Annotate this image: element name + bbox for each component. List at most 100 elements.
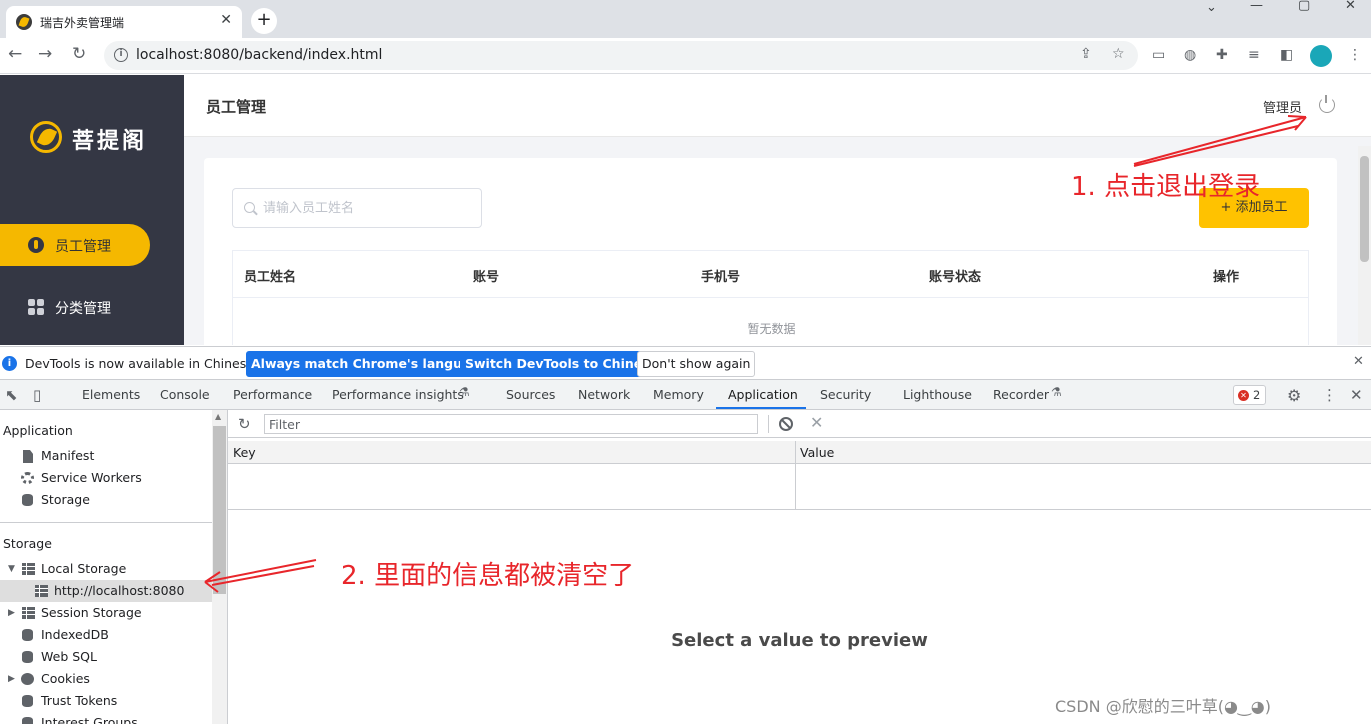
sidebar-scrollbar[interactable]: ▲ <box>212 410 227 724</box>
extensions-puzzle-icon[interactable]: ✚ <box>1216 47 1228 63</box>
always-match-language-button[interactable]: Always match Chrome's language <box>246 351 493 377</box>
tree-label: Interest Groups <box>41 715 138 724</box>
inspect-element-icon[interactable]: ⬉ <box>5 386 18 404</box>
switch-to-chinese-button[interactable]: Switch DevTools to Chinese <box>460 351 664 377</box>
bookmark-star-icon[interactable]: ☆ <box>1112 46 1125 62</box>
close-devtools-icon[interactable]: ✕ <box>1350 386 1363 404</box>
chrome-menu-icon[interactable]: ⋮ <box>1348 47 1362 63</box>
app-sidebar: 菩提阁 员工管理 分类管理 <box>0 75 184 345</box>
tab-sources[interactable]: Sources <box>506 387 555 402</box>
tree-item-local-storage-origin[interactable]: http://localhost:8080 <box>0 580 212 602</box>
dont-show-again-button[interactable]: Don't show again <box>637 351 756 377</box>
tab-console[interactable]: Console <box>160 387 210 402</box>
devtools-language-infobar: i DevTools is now available in Chinese! … <box>0 346 1371 380</box>
extension-avatar-icon[interactable]: ◍ <box>1184 47 1196 63</box>
expand-right-icon[interactable]: ▶ <box>8 608 15 618</box>
annotation-logout: 1. 点击退出登录 <box>1071 172 1261 202</box>
column-header-phone[interactable]: 手机号 <box>701 266 740 285</box>
tab-performance-insights[interactable]: Performance insights <box>332 387 464 402</box>
tree-label: Local Storage <box>41 561 127 576</box>
tree-item-trust-tokens[interactable]: Trust Tokens <box>0 690 212 712</box>
expand-right-icon[interactable]: ▶ <box>8 674 15 684</box>
cast-icon[interactable]: ▭ <box>1152 47 1165 63</box>
empty-table-message: 暂无数据 <box>747 322 796 336</box>
page-scrollbar-thumb[interactable] <box>1360 156 1369 262</box>
clear-all-icon[interactable] <box>779 417 793 431</box>
share-icon[interactable]: ⇪ <box>1080 46 1092 62</box>
refresh-icon[interactable]: ↻ <box>238 415 251 433</box>
error-count: 2 <box>1253 388 1261 402</box>
sidebar-item-label: 员工管理 <box>55 239 111 255</box>
tree-item-web-sql[interactable]: Web SQL <box>0 646 212 668</box>
employee-search-input[interactable] <box>263 198 473 218</box>
profile-avatar[interactable] <box>1310 45 1332 67</box>
tab-lighthouse[interactable]: Lighthouse <box>903 387 972 402</box>
tab-network[interactable]: Network <box>578 387 630 402</box>
employee-table-body: 暂无数据 <box>232 298 1309 345</box>
logout-power-icon[interactable] <box>1319 95 1335 113</box>
annotation-storage-cleared: 2. 里面的信息都被清空了 <box>341 561 635 591</box>
storage-section-title: Storage <box>3 536 52 551</box>
tab-search-icon[interactable]: ⌄ <box>1206 0 1217 15</box>
sidebar-item-label: 分类管理 <box>55 301 111 317</box>
sidebar-item-employee[interactable]: 员工管理 <box>0 224 150 266</box>
tree-item-manifest[interactable]: Manifest <box>0 445 212 467</box>
back-icon[interactable]: ← <box>8 44 22 64</box>
browser-tab-strip: 瑞吉外卖管理端 ✕ + ⌄ — ▢ ✕ <box>0 0 1371 38</box>
gear-icon <box>21 472 34 484</box>
sidebar-item-category[interactable]: 分类管理 <box>0 286 150 328</box>
sidebar-scrollbar-thumb[interactable] <box>213 426 226 594</box>
tree-item-cookies[interactable]: ▶ Cookies <box>0 668 212 690</box>
page-scrollbar[interactable] <box>1358 146 1371 345</box>
delete-selected-icon[interactable]: ✕ <box>810 413 823 432</box>
new-tab-button[interactable]: + <box>251 8 277 34</box>
settings-gear-icon[interactable]: ⚙ <box>1287 386 1301 405</box>
tab-elements[interactable]: Elements <box>82 387 140 402</box>
column-header-name[interactable]: 员工姓名 <box>244 266 296 285</box>
tree-item-storage-overview[interactable]: Storage <box>0 489 212 511</box>
reload-icon[interactable]: ↻ <box>72 44 86 64</box>
error-count-badge[interactable]: ✕ 2 <box>1233 385 1266 405</box>
forward-icon[interactable]: → <box>38 44 52 64</box>
tab-recorder[interactable]: Recorder <box>993 387 1049 402</box>
tree-label: IndexedDB <box>41 627 109 642</box>
tree-item-service-workers[interactable]: Service Workers <box>0 467 212 489</box>
browser-tab[interactable]: 瑞吉外卖管理端 ✕ <box>6 6 242 38</box>
site-info-icon[interactable]: i <box>114 48 128 62</box>
reading-list-icon[interactable]: ≡ <box>1248 47 1260 63</box>
tree-label: Web SQL <box>41 649 97 664</box>
column-header-actions[interactable]: 操作 <box>1213 266 1239 285</box>
tree-item-local-storage[interactable]: ▼ Local Storage <box>0 558 212 580</box>
expand-down-icon[interactable]: ▼ <box>8 564 15 574</box>
table-grid-icon <box>35 585 48 597</box>
tree-item-indexeddb[interactable]: IndexedDB <box>0 624 212 646</box>
key-column-header[interactable]: Key <box>233 445 256 460</box>
address-bar[interactable]: i localhost:8080/backend/index.html ⇪ ☆ <box>104 41 1138 70</box>
value-column-header[interactable]: Value <box>800 445 834 460</box>
column-header-status[interactable]: 账号状态 <box>929 266 981 285</box>
file-icon <box>23 450 33 463</box>
device-toolbar-icon[interactable]: ▯ <box>33 386 41 404</box>
side-panel-icon[interactable]: ◧ <box>1280 47 1293 63</box>
tab-memory[interactable]: Memory <box>653 387 704 402</box>
scroll-up-icon[interactable]: ▲ <box>215 412 221 421</box>
close-window-icon[interactable]: ✕ <box>1345 0 1356 13</box>
column-header-account[interactable]: 账号 <box>473 266 499 285</box>
tab-close-icon[interactable]: ✕ <box>220 12 232 28</box>
filter-input[interactable] <box>264 414 758 434</box>
tree-item-session-storage[interactable]: ▶ Session Storage <box>0 602 212 624</box>
employee-search[interactable] <box>232 188 482 228</box>
tab-security[interactable]: Security <box>820 387 871 402</box>
web-page: 菩提阁 员工管理 分类管理 员工管理 管理员 + 添加员工 员工姓名 账号 手机… <box>0 75 1371 345</box>
tree-item-interest-groups[interactable]: Interest Groups <box>0 712 212 724</box>
devtools-more-icon[interactable]: ⋮ <box>1322 386 1337 404</box>
maximize-icon[interactable]: ▢ <box>1298 0 1310 13</box>
infobar-close-icon[interactable]: ✕ <box>1353 354 1364 369</box>
tree-label: Service Workers <box>41 470 142 485</box>
employee-table-header: 员工姓名 账号 手机号 账号状态 操作 <box>232 250 1309 298</box>
minimize-icon[interactable]: — <box>1250 0 1263 13</box>
category-grid-icon <box>28 299 44 315</box>
url-text[interactable]: localhost:8080/backend/index.html <box>136 47 382 63</box>
tab-application[interactable]: Application <box>728 387 798 402</box>
tab-performance[interactable]: Performance <box>233 387 312 402</box>
